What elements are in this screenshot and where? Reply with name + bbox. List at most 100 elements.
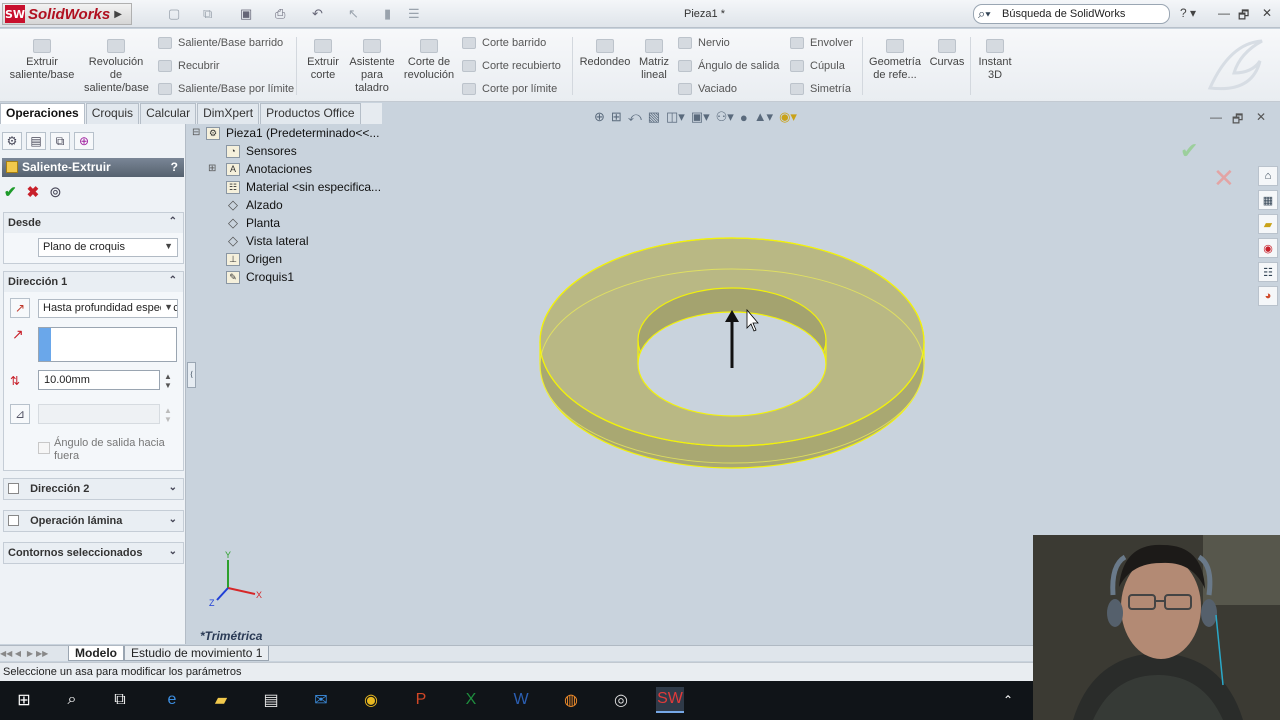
- save-icon[interactable]: ▣: [240, 6, 252, 22]
- obs-icon[interactable]: ◎: [607, 687, 635, 713]
- display-style-icon[interactable]: ▣▾: [691, 109, 710, 125]
- mail-icon[interactable]: ✉: [307, 687, 335, 713]
- hole-wizard-button[interactable]: Asistente para taladro: [346, 39, 398, 95]
- design-library-icon[interactable]: ▦: [1258, 190, 1278, 210]
- options-icon[interactable]: ☰: [408, 6, 420, 22]
- zoom-to-area-icon[interactable]: ⊞: [611, 109, 622, 125]
- minimize-icon[interactable]: —: [1218, 6, 1230, 20]
- view-settings-icon[interactable]: ◉▾: [779, 109, 797, 125]
- tree-item[interactable]: ◇ Alzado: [226, 197, 283, 212]
- confirmation-cancel-icon[interactable]: ✕: [1213, 163, 1235, 194]
- sweep-boss-button[interactable]: Saliente/Base barrido: [158, 35, 283, 51]
- restore-icon[interactable]: 🗗: [1238, 6, 1249, 27]
- rebuild-icon[interactable]: ▮: [384, 6, 391, 22]
- previous-view-icon[interactable]: ⤺: [628, 109, 642, 125]
- zoom-to-fit-icon[interactable]: ⊕: [594, 109, 605, 125]
- draft-toggle-icon[interactable]: ⊿: [10, 404, 30, 424]
- hide-show-items-icon[interactable]: ⚇▾: [716, 109, 734, 125]
- store-icon[interactable]: ▤: [257, 687, 285, 713]
- thin-feature-checkbox[interactable]: [8, 515, 19, 526]
- tab-productos-office[interactable]: Productos Office: [260, 103, 361, 124]
- tree-item[interactable]: ◇ Planta: [226, 215, 280, 230]
- solidworks-taskbar-icon[interactable]: SW: [656, 687, 684, 713]
- tree-item[interactable]: A Anotaciones: [226, 162, 312, 176]
- from-header[interactable]: Desde ⌃: [4, 213, 183, 233]
- selected-contours-section[interactable]: Contornos seleccionados ⌄: [3, 542, 184, 564]
- edit-appearance-icon[interactable]: ●: [740, 110, 748, 125]
- collapse-tree-icon[interactable]: ⊟: [192, 127, 200, 138]
- direction2-header[interactable]: Dirección 2 ⌄: [4, 479, 183, 499]
- dome-button[interactable]: Cúpula: [790, 58, 845, 74]
- draft-outward-checkbox[interactable]: [38, 442, 50, 454]
- new-document-icon[interactable]: ▢: [168, 6, 180, 22]
- excel-icon[interactable]: X: [457, 687, 485, 713]
- mirror-button[interactable]: Simetría: [790, 81, 851, 97]
- search-input[interactable]: ⌕▾ Búsqueda de SolidWorks: [973, 4, 1170, 24]
- viewport-minimize-icon[interactable]: —: [1210, 110, 1222, 124]
- rib-button[interactable]: Nervio: [678, 35, 730, 51]
- loft-button[interactable]: Recubrir: [158, 58, 220, 74]
- reference-geometry-button[interactable]: Geometría de refe...: [866, 39, 924, 82]
- boundary-boss-button[interactable]: Saliente/Base por límite: [158, 81, 294, 97]
- revolve-boss-button[interactable]: Revolución de saliente/base: [84, 39, 149, 95]
- sweep-cut-button[interactable]: Corte barrido: [462, 35, 546, 51]
- detailed-preview-icon[interactable]: ⊚: [49, 183, 62, 201]
- system-tray-arrow-icon[interactable]: ⌃: [994, 687, 1022, 713]
- open-icon[interactable]: ⧉: [203, 6, 212, 22]
- feature-manager-tab-icon[interactable]: ⚙: [2, 132, 22, 150]
- view-palette-icon[interactable]: ◉: [1258, 238, 1278, 258]
- confirmation-ok-icon[interactable]: ✔: [1180, 138, 1198, 164]
- expand-annotations-icon[interactable]: ⊞: [208, 163, 216, 174]
- tree-item[interactable]: ☷ Material <sin especifica...: [226, 180, 381, 194]
- direction2-section[interactable]: Dirección 2 ⌄: [3, 478, 184, 500]
- tab-modelo[interactable]: Modelo: [68, 646, 124, 661]
- tab-motion-study[interactable]: Estudio de movimiento 1: [124, 646, 270, 661]
- custom-properties-icon[interactable]: ◕: [1258, 286, 1278, 306]
- section-view-icon[interactable]: ▧: [648, 109, 660, 125]
- fillet-button[interactable]: Redondeo: [578, 39, 632, 69]
- tree-item[interactable]: ◔ Sensores: [226, 144, 297, 158]
- curves-button[interactable]: Curvas: [928, 39, 966, 69]
- tab-calcular[interactable]: Calcular: [140, 103, 197, 124]
- linear-pattern-button[interactable]: Matriz lineal: [636, 39, 672, 82]
- direction-selection-box[interactable]: [38, 327, 177, 362]
- direction1-header[interactable]: Dirección 1 ⌃: [4, 272, 183, 292]
- appearances-icon[interactable]: ☷: [1258, 262, 1278, 282]
- task-view-icon[interactable]: ⧉: [106, 687, 134, 713]
- depth-input[interactable]: 10.00mm: [38, 370, 160, 390]
- tree-item[interactable]: ⚙ Pieza1 (Predeterminado<<...: [206, 126, 379, 140]
- selected-contours-header[interactable]: Contornos seleccionados ⌄: [4, 543, 183, 563]
- print-icon[interactable]: ⎙: [275, 6, 285, 22]
- dimxpert-manager-tab-icon[interactable]: ⊕: [74, 132, 94, 150]
- property-manager-tab-icon[interactable]: ▤: [26, 132, 46, 150]
- revolve-cut-button[interactable]: Corte de revolución: [402, 39, 456, 82]
- powerpoint-icon[interactable]: P: [407, 687, 435, 713]
- thin-feature-section[interactable]: Operación lámina ⌄: [3, 510, 184, 532]
- file-explorer-icon[interactable]: ▰: [1258, 214, 1278, 234]
- direction2-checkbox[interactable]: [8, 483, 19, 494]
- help-button[interactable]: ?: [171, 160, 178, 174]
- solidworks-menu-button[interactable]: SW SolidWorks ▶: [2, 3, 132, 25]
- home-icon[interactable]: ⌂: [1258, 166, 1278, 186]
- boundary-cut-button[interactable]: Corte por límite: [462, 81, 557, 97]
- close-icon[interactable]: ✕: [1262, 6, 1272, 20]
- configuration-manager-tab-icon[interactable]: ⧉: [50, 132, 70, 150]
- wrap-button[interactable]: Envolver: [790, 35, 853, 51]
- tree-item[interactable]: ✎ Croquis1: [226, 270, 294, 284]
- view-orientation-icon[interactable]: ◫▾: [666, 109, 685, 125]
- apply-scene-icon[interactable]: ▲▾: [754, 109, 773, 125]
- tab-operaciones[interactable]: Operaciones: [0, 103, 85, 124]
- last-tab-icon[interactable]: ▶▶: [36, 649, 48, 658]
- tab-dimxpert[interactable]: DimXpert: [197, 103, 260, 124]
- taskbar-search-icon[interactable]: ⌕: [58, 687, 86, 713]
- extrude-boss-button[interactable]: Extruir saliente/base: [8, 39, 76, 82]
- viewport-close-icon[interactable]: ✕: [1256, 110, 1266, 124]
- prev-tab-icon[interactable]: ◀: [12, 649, 24, 658]
- shell-button[interactable]: Vaciado: [678, 81, 737, 97]
- undo-icon[interactable]: ↶: [312, 6, 323, 22]
- thin-feature-header[interactable]: Operación lámina ⌄: [4, 511, 183, 531]
- extrude-cut-button[interactable]: Extruir corte: [302, 39, 344, 82]
- help-icon[interactable]: ? ▾: [1180, 6, 1196, 20]
- tab-croquis[interactable]: Croquis: [85, 103, 140, 124]
- draft-button[interactable]: Ángulo de salida: [678, 58, 779, 74]
